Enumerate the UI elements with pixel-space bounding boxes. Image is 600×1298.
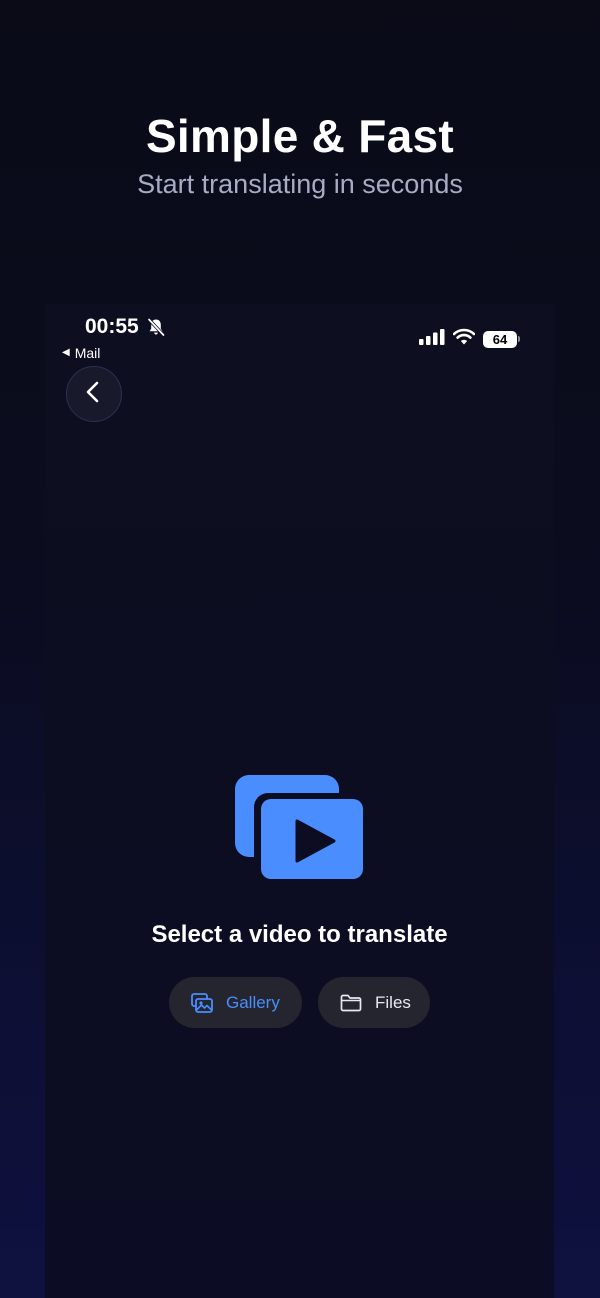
gallery-icon [191,992,213,1014]
back-to-mail-link[interactable]: ◀ Mail [62,344,100,362]
back-to-app-label: Mail [74,345,101,361]
status-time-label: 00:55 [85,315,139,338]
folder-icon [340,992,362,1014]
promo-header: Simple & Fast Start translating in secon… [0,108,600,204]
bell-slash-icon [146,317,166,337]
files-label: Files [375,992,411,1012]
battery-level: 64 [483,330,517,348]
gallery-button[interactable]: Gallery [169,977,302,1028]
promo-subtitle: Start translating in seconds [137,169,463,199]
video-stack-icon [235,775,365,881]
phone-screenshot: 00:55 ◀ Mail 64 Select a video to transl… [45,304,554,1298]
signal-icon [419,328,445,350]
promo-title: Simple & Fast [145,110,455,162]
files-button[interactable]: Files [318,977,430,1028]
chevron-left-icon [83,380,105,409]
status-indicators: 64 [419,328,520,350]
battery-cap [518,336,520,342]
back-button[interactable] [66,366,122,422]
back-triangle-icon: ◀ [62,347,70,358]
wifi-icon [452,328,476,350]
select-video-prompt: Select a video to translate [151,921,448,948]
status-time: 00:55 [85,314,166,340]
battery-icon: 64 [483,330,520,348]
gallery-label: Gallery [226,992,280,1012]
